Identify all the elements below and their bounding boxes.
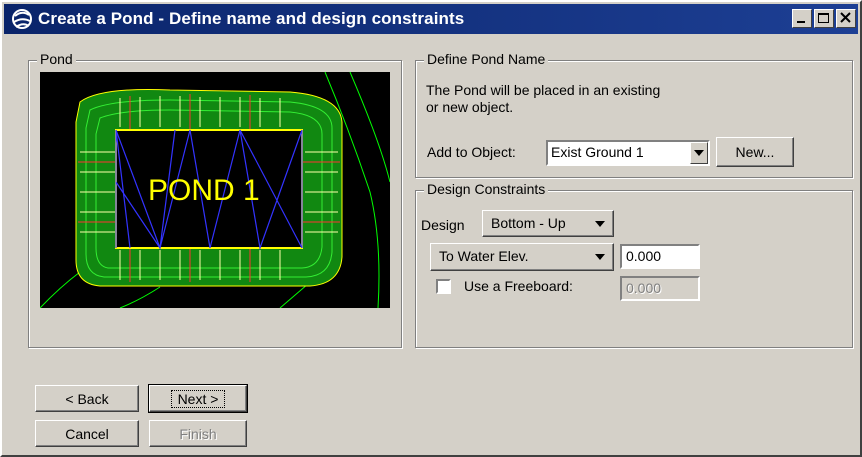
close-icon: [840, 12, 851, 23]
next-button[interactable]: Next >: [148, 384, 248, 413]
window-title: Create a Pond - Define name and design c…: [38, 9, 465, 28]
title-bar[interactable]: Create a Pond - Define name and design c…: [4, 4, 858, 34]
design-constraints-legend: Design Constraints: [424, 181, 549, 197]
maximize-icon: [818, 13, 829, 23]
add-to-object-value: Exist Ground 1: [551, 144, 644, 160]
freeboard-checkbox[interactable]: [436, 279, 451, 294]
chevron-down-icon: [595, 254, 605, 260]
new-object-button[interactable]: New...: [716, 137, 794, 167]
add-to-object-label: Add to Object:: [427, 144, 516, 160]
new-object-button-label: New...: [735, 144, 775, 160]
design-dropdown[interactable]: Bottom - Up: [482, 210, 614, 237]
pond-description-line1: The Pond will be placed in an existing: [426, 82, 661, 98]
minimize-icon: [797, 21, 805, 23]
pond-group-legend: Pond: [37, 51, 76, 67]
finish-button: Finish: [149, 420, 247, 447]
pond-wizard-window: Create a Pond - Define name and design c…: [0, 0, 862, 457]
finish-button-label: Finish: [179, 425, 217, 442]
close-button[interactable]: [836, 9, 856, 28]
water-elevation-input[interactable]: 0.000: [620, 244, 700, 269]
cancel-button[interactable]: Cancel: [35, 420, 139, 447]
chevron-down-icon: [595, 221, 605, 227]
add-to-object-combo[interactable]: Exist Ground 1: [546, 140, 710, 166]
cancel-button-label: Cancel: [65, 425, 109, 442]
chevron-down-icon[interactable]: [690, 142, 708, 164]
maximize-button[interactable]: [814, 9, 834, 28]
back-button[interactable]: < Back: [35, 385, 139, 412]
water-mode-value: To Water Elev.: [439, 248, 529, 264]
next-button-label: Next >: [170, 389, 226, 408]
minimize-button[interactable]: [792, 9, 812, 28]
pond-preview: POND 1: [39, 71, 391, 309]
freeboard-label: Use a Freeboard:: [464, 278, 573, 294]
back-button-label: < Back: [65, 390, 109, 407]
design-dropdown-value: Bottom - Up: [491, 215, 566, 231]
pond-description-line2: or new object.: [426, 99, 514, 115]
freeboard-input: 0.000: [620, 276, 700, 301]
geopak-icon: [10, 7, 34, 31]
define-pond-name-legend: Define Pond Name: [424, 51, 549, 67]
water-mode-dropdown[interactable]: To Water Elev.: [430, 243, 614, 271]
design-label: Design: [421, 217, 465, 233]
pond-label: POND 1: [148, 174, 260, 207]
water-elevation-value: 0.000: [626, 248, 662, 264]
freeboard-value: 0.000: [626, 280, 662, 296]
